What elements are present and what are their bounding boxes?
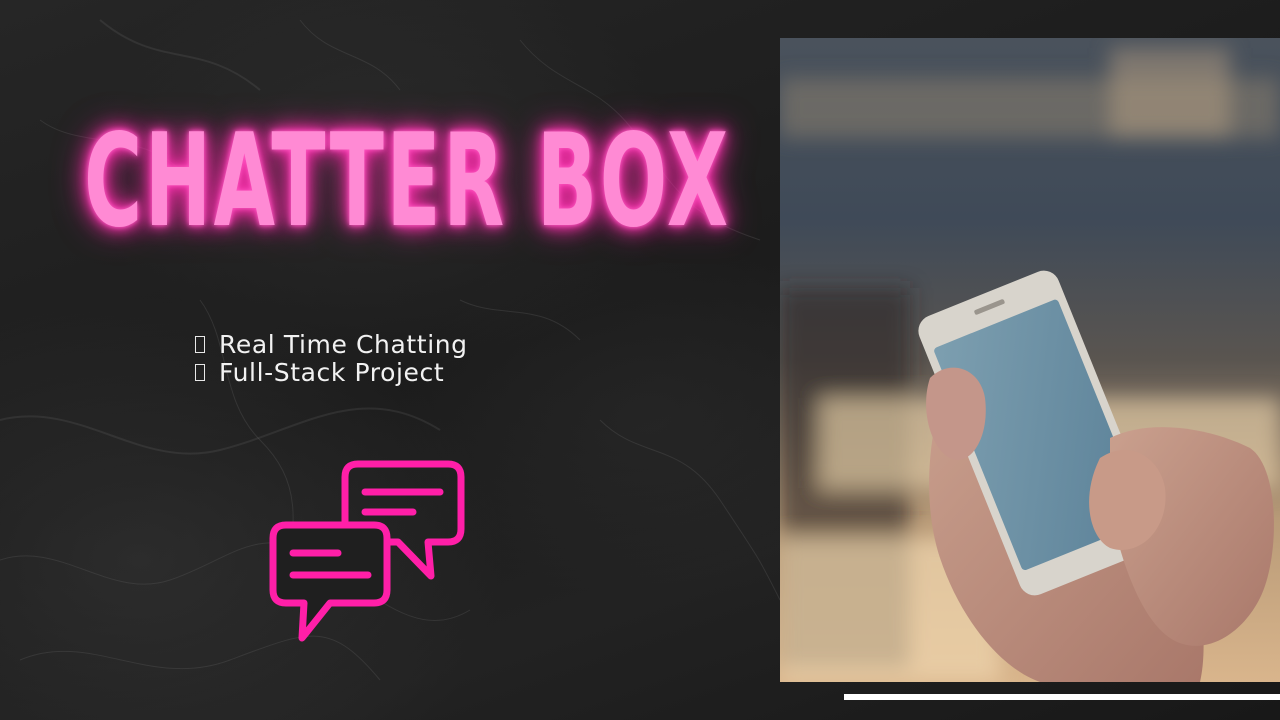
list-item: Real Time Chatting (192, 329, 468, 359)
feature-label: Full-Stack Project (219, 357, 445, 387)
feature-label: Real Time Chatting (219, 329, 468, 359)
checkbox-outline-icon (195, 335, 205, 353)
list-item: Full-Stack Project (192, 357, 468, 387)
chat-bubbles-icon (269, 460, 465, 642)
feature-list: Real Time Chatting Full-Stack Project (192, 329, 468, 387)
checkbox-outline-icon (195, 363, 205, 381)
hands-holding-smartphone-photo (780, 38, 1280, 682)
page-title: CHATTER BOX (84, 107, 731, 256)
accent-bar (844, 694, 1280, 700)
title-slide: CHATTER BOX Real Time Chatting Full-Stac… (0, 0, 1280, 720)
